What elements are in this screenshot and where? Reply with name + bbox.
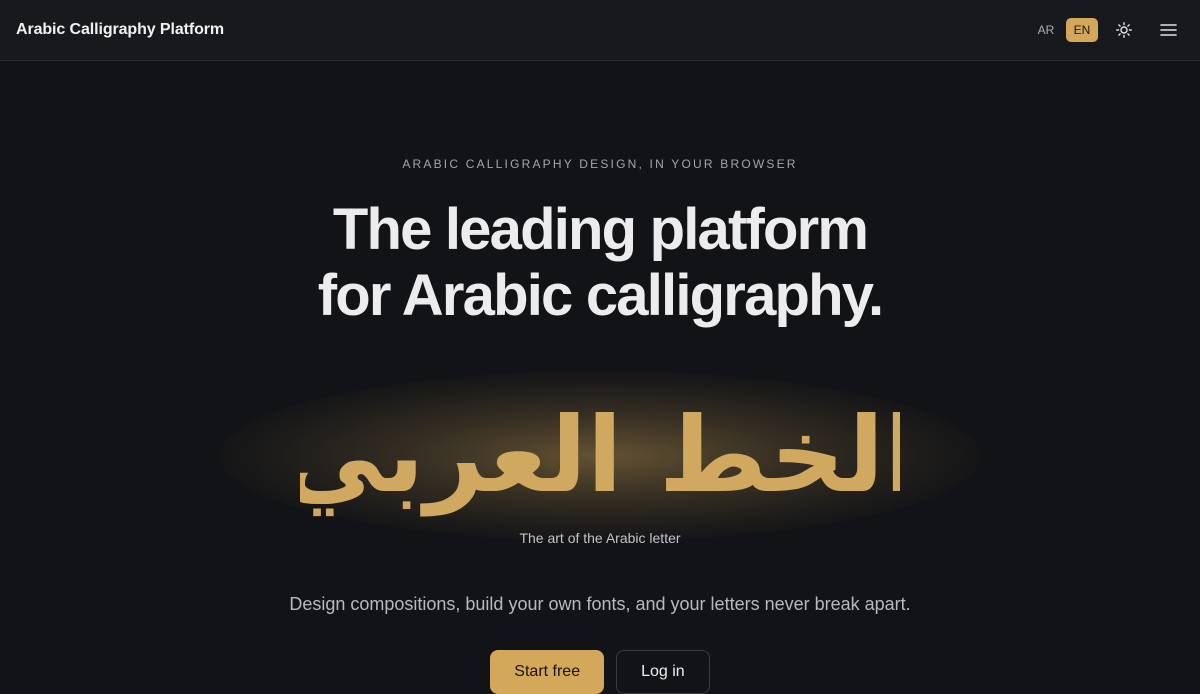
- calligraphy-caption: The art of the Arabic letter: [519, 530, 681, 546]
- top-navigation-bar: Arabic Calligraphy Platform AR EN: [0, 0, 1200, 61]
- headline-line-2: for Arabic calligraphy.: [317, 263, 884, 328]
- arabic-calligraphy-artwork: الخط العربي: [300, 379, 900, 529]
- theme-toggle-button[interactable]: [1108, 14, 1140, 46]
- login-button[interactable]: Log in: [616, 650, 710, 694]
- language-ar-button[interactable]: AR: [1030, 18, 1062, 42]
- hero-eyebrow: ARABIC CALLIGRAPHY DESIGN, IN YOUR BROWS…: [402, 157, 798, 171]
- hero-headline: The leading platform for Arabic calligra…: [0, 197, 1200, 329]
- header-actions: AR EN: [1030, 14, 1184, 46]
- hamburger-menu-icon: [1159, 24, 1177, 36]
- language-en-button[interactable]: EN: [1066, 18, 1098, 42]
- hero-actions: Start free Log in: [0, 650, 1200, 694]
- start-free-button[interactable]: Start free: [490, 650, 605, 694]
- headline-line-1: The leading platform: [332, 197, 869, 262]
- sun-icon: [1116, 22, 1132, 38]
- brand-name[interactable]: Arabic Calligraphy Platform: [16, 21, 224, 39]
- hero-section: ARABIC CALLIGRAPHY DESIGN, IN YOUR BROWS…: [0, 61, 1200, 694]
- calligraphy-text: الخط العربي: [300, 394, 900, 516]
- hero-subtitle: Design compositions, build your own font…: [289, 594, 911, 614]
- menu-button[interactable]: [1152, 14, 1184, 46]
